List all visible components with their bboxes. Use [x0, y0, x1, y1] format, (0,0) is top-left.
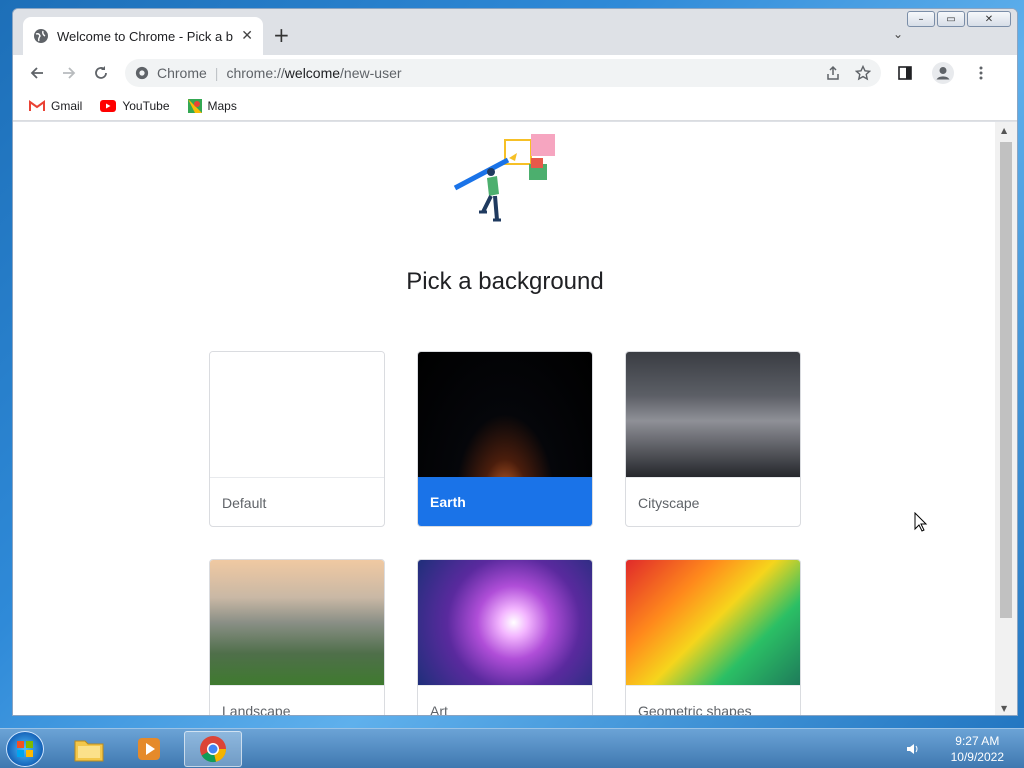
reload-button[interactable] [85, 59, 117, 87]
chrome-logo-icon [200, 736, 227, 763]
option-label: Art [418, 685, 592, 715]
painter-illustration [453, 134, 555, 222]
background-option-default[interactable]: Default [209, 351, 385, 527]
background-option-art[interactable]: Art [417, 559, 593, 715]
background-option-landscape[interactable]: Landscape [209, 559, 385, 715]
youtube-icon [100, 99, 117, 112]
close-window-button[interactable]: ✕ [967, 11, 1011, 27]
start-button[interactable] [6, 731, 44, 767]
taskbar: 9:27 AM 10/9/2022 [0, 728, 1024, 768]
menu-button[interactable] [965, 59, 997, 87]
thumbnail-landscape [210, 560, 384, 685]
option-label: Landscape [210, 685, 384, 715]
minimize-button[interactable]: – [907, 11, 935, 27]
mouse-cursor-icon [914, 512, 928, 532]
taskbar-explorer[interactable] [60, 731, 118, 767]
avatar-icon [932, 62, 954, 84]
tab-title: Welcome to Chrome - Pick a background [57, 28, 234, 44]
welcome-page: Pick a background Default Earth Cityscap… [13, 122, 997, 715]
chrome-icon [135, 66, 149, 80]
scroll-thumb[interactable] [1000, 142, 1012, 618]
clock-time: 9:27 AM [955, 734, 1000, 748]
site-chip: Chrome [157, 65, 207, 81]
arrow-left-icon [30, 67, 43, 79]
page-scrollbar[interactable]: ▲ ▼ [995, 122, 1017, 715]
folder-icon [74, 740, 104, 762]
system-tray: 9:27 AM 10/9/2022 [905, 729, 1024, 768]
option-label: Default [210, 477, 384, 526]
window-controls: – ▭ ✕ [907, 11, 1011, 27]
thumbnail-default [210, 352, 384, 477]
address-bar[interactable]: Chrome | chrome://welcome/new-user [125, 59, 881, 87]
bookmark-star-icon[interactable] [855, 65, 871, 81]
bookmark-label: Gmail [51, 98, 83, 113]
media-player-icon [138, 738, 160, 760]
thumbnail-geometric-shapes [626, 560, 800, 685]
side-panel-icon [898, 66, 912, 80]
bookmark-youtube[interactable]: YouTube [100, 98, 170, 113]
title-bar: Welcome to Chrome - Pick a background ✕ … [13, 9, 1017, 55]
bookmark-label: YouTube [122, 98, 170, 113]
background-option-earth[interactable]: Earth [417, 351, 593, 527]
background-option-geometric[interactable]: Geometric shapes [625, 559, 801, 715]
side-panel-button[interactable] [889, 59, 921, 87]
browser-window: Welcome to Chrome - Pick a background ✕ … [12, 8, 1018, 716]
thumbnail-art [418, 560, 592, 685]
navigation-toolbar: Chrome | chrome://welcome/new-user [13, 55, 1017, 91]
option-label: Cityscape [626, 477, 800, 526]
page-title: Pick a background [406, 268, 604, 295]
url-host: welcome [284, 65, 341, 81]
arrow-right-icon [63, 67, 76, 79]
restore-button[interactable]: ▭ [937, 11, 965, 27]
taskbar-media-player[interactable] [120, 731, 178, 767]
forward-button[interactable] [53, 59, 85, 87]
gmail-icon [29, 99, 45, 111]
clock[interactable]: 9:27 AM 10/9/2022 [951, 733, 1004, 765]
url-text: chrome://welcome/new-user [226, 65, 817, 81]
option-label: Earth [418, 477, 592, 526]
tab-close-icon[interactable]: ✕ [241, 28, 253, 44]
bookmark-label: Maps [207, 98, 237, 113]
tab-search-chevron-icon[interactable]: ⌄ [893, 27, 903, 41]
clock-date: 10/9/2022 [950, 750, 1004, 764]
windows-logo-icon [17, 741, 33, 757]
url-path: /new-user [340, 65, 402, 81]
scroll-up-icon[interactable]: ▲ [1001, 126, 1007, 135]
bookmark-maps[interactable]: Maps [187, 98, 237, 113]
thumbnail-earth [418, 352, 592, 477]
background-option-cityscape[interactable]: Cityscape [625, 351, 801, 527]
bookmarks-bar: Gmail YouTube Maps [13, 91, 1017, 121]
maps-icon [187, 98, 202, 113]
new-tab-button[interactable]: + [273, 23, 290, 47]
scroll-down-icon[interactable]: ▼ [1001, 704, 1007, 713]
back-button[interactable] [21, 59, 53, 87]
tab-welcome[interactable]: Welcome to Chrome - Pick a background ✕ [23, 17, 263, 55]
thumbnail-cityscape [626, 352, 800, 477]
globe-icon [34, 29, 48, 43]
more-vert-icon [979, 66, 983, 80]
reload-icon [95, 66, 107, 79]
taskbar-chrome[interactable] [184, 731, 242, 767]
omnibox-divider: | [214, 65, 219, 81]
volume-icon[interactable] [905, 741, 921, 757]
share-icon[interactable] [825, 65, 841, 81]
option-label: Geometric shapes [626, 685, 800, 715]
profile-button[interactable] [927, 59, 959, 87]
url-prefix: chrome:// [226, 65, 285, 81]
bookmark-gmail[interactable]: Gmail [29, 99, 82, 113]
